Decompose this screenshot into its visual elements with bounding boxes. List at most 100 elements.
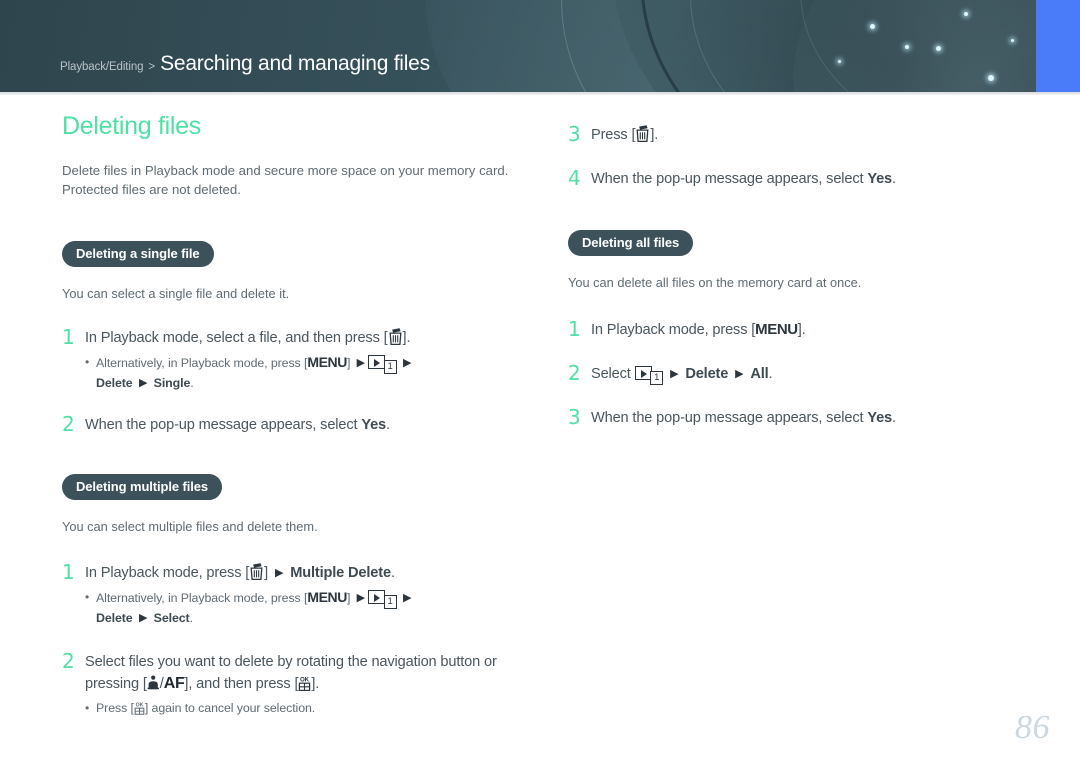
bullet-period: .: [190, 376, 194, 390]
step-number: 3: [568, 405, 581, 429]
step-bullet: • Press [OK] again to cancel your select…: [85, 699, 532, 717]
right-arrow-icon: ▶: [138, 612, 148, 624]
breadcrumb-parent[interactable]: Playback/Editing: [60, 61, 144, 73]
step-text: In Playback mode, select a file, and the…: [85, 327, 532, 392]
bullet-prefix: Press [: [96, 701, 134, 715]
step-text-bold: Yes: [867, 410, 893, 426]
step-text-part-2: ], and then press [: [184, 676, 299, 692]
menu-button-icon: MENU: [307, 354, 347, 370]
section-deleting-single-file: Deleting a single file You can select a …: [62, 241, 532, 436]
section-deleting-all-files: Deleting all files You can delete all fi…: [568, 230, 1038, 429]
trash-can-icon: [389, 328, 402, 345]
step-item: 1 In Playback mode, press [] ▶ Multiple …: [62, 562, 532, 627]
step-text-part-3: ].: [311, 676, 320, 692]
right-arrow-icon: ▶: [670, 368, 679, 380]
step-number: 4: [568, 166, 581, 190]
playback-tab-icon: [634, 366, 652, 380]
sparkle-icon: [1011, 39, 1014, 42]
bullet-text: Press [OK] again to cancel your selectio…: [96, 699, 532, 717]
bullet-mid: ]: [346, 356, 351, 370]
sparkle-icon: [870, 24, 875, 29]
step-text-before: Press [: [591, 127, 636, 143]
step-item: 1 In Playback mode, select a file, and t…: [62, 327, 532, 392]
bullet-bold-select: Select: [153, 611, 190, 625]
section-deleting-multiple-files: Deleting multiple files You can select m…: [62, 474, 532, 717]
svg-text:OK: OK: [300, 676, 310, 683]
step-item: 3 Press [].: [568, 124, 1038, 146]
step-number: 2: [62, 649, 75, 673]
step-text-mid: ]: [264, 565, 272, 581]
right-column: 3 Press []. 4 When the pop-up message ap…: [568, 112, 1038, 429]
step-text-before: In Playback mode, select a file, and the…: [85, 330, 388, 346]
trash-can-icon: [636, 125, 649, 142]
breadcrumb-separator: >: [148, 61, 156, 73]
step-text: When the pop-up message appears, select …: [591, 407, 1038, 429]
right-arrow-icon: ▶: [402, 592, 412, 604]
step-number: 2: [568, 361, 581, 385]
bullet-suffix: ] again to cancel your selection.: [144, 701, 316, 715]
step-text-end: .: [892, 171, 896, 187]
tab-number-one-icon: 1: [650, 371, 664, 385]
step-text-end: .: [386, 417, 390, 433]
step-item: 3 When the pop-up message appears, selec…: [568, 407, 1038, 429]
step-text: Press [].: [591, 124, 1038, 146]
section-badge: Deleting all files: [568, 230, 694, 256]
ok-thumbnail-button-icon: OK: [134, 703, 145, 715]
right-arrow-icon: ▶: [735, 368, 744, 380]
af-button-icon: AF: [163, 675, 185, 692]
breadcrumb: Playback/Editing > Searching and managin…: [60, 52, 430, 76]
step-text: In Playback mode, press [MENU].: [591, 319, 1038, 341]
step-text: Select 1 ▶ Delete ▶ All.: [591, 363, 1038, 385]
bullet-dot-icon: •: [85, 701, 90, 715]
section-intro: You can select multiple files and delete…: [62, 519, 318, 534]
step-text-before: Select: [591, 366, 635, 382]
step-text-bold-all: All: [750, 366, 769, 382]
trash-can-icon: [250, 563, 263, 580]
step-text-after: .: [768, 366, 773, 382]
bullet-bold-delete: Delete: [96, 611, 133, 625]
left-column: Deleting files Delete files in Playback …: [62, 112, 532, 717]
step-item: 4 When the pop-up message appears, selec…: [568, 168, 1038, 190]
step-text-bold: Yes: [867, 171, 893, 187]
step-text: In Playback mode, press [] ▶ Multiple De…: [85, 562, 532, 627]
step-number: 3: [568, 122, 581, 146]
self-timer-af-icon: [147, 675, 159, 690]
step-text-bold: Multiple Delete: [290, 565, 391, 581]
playback-tab-icon: [368, 590, 386, 604]
intro-paragraph: Delete files in Playback mode and secure…: [62, 163, 509, 197]
step-bullet: • Alternatively, in Playback mode, press…: [85, 588, 532, 627]
step-item: 2 Select 1 ▶ Delete ▶ All.: [568, 363, 1038, 385]
step-text-plain: When the pop-up message appears, select: [591, 171, 868, 187]
step-number: 1: [62, 325, 75, 349]
step-number: 1: [568, 317, 581, 341]
step-text: When the pop-up message appears, select …: [85, 414, 532, 436]
right-arrow-icon: ▶: [274, 567, 284, 579]
bullet-dot-icon: •: [85, 355, 90, 369]
step-item: 2 When the pop-up message appears, selec…: [62, 414, 532, 436]
sparkle-icon: [838, 60, 841, 63]
tab-number-one-icon: 1: [383, 360, 397, 374]
step-number: 1: [62, 560, 75, 584]
sparkle-icon: [964, 12, 968, 16]
bullet-bold-delete: Delete: [96, 376, 133, 390]
step-text-end: .: [892, 410, 896, 426]
step-text-after: .: [390, 565, 395, 581]
right-arrow-icon: ▶: [402, 357, 412, 369]
step-bullet: • Alternatively, in Playback mode, press…: [85, 353, 532, 392]
step-number: 2: [62, 412, 75, 436]
bullet-prefix: Alternatively, in Playback mode, press [: [96, 591, 308, 605]
right-arrow-icon: ▶: [356, 357, 366, 369]
step-text-before: In Playback mode, press [: [85, 565, 250, 581]
step-item: 1 In Playback mode, press [MENU].: [568, 319, 1038, 341]
header-accent-bar: [1036, 0, 1080, 92]
bullet-dot-icon: •: [85, 590, 90, 604]
step-text-plain: When the pop-up message appears, select: [85, 417, 362, 433]
step-text-bold-delete: Delete: [685, 366, 729, 382]
header-divider: [0, 92, 1080, 95]
step-text-after: ].: [650, 127, 659, 143]
section-intro: You can delete all files on the memory c…: [568, 275, 862, 290]
section-badge: Deleting a single file: [62, 241, 214, 267]
sparkle-icon: [936, 46, 941, 51]
sparkle-icon: [905, 45, 909, 49]
step-text-plain: When the pop-up message appears, select: [591, 410, 868, 426]
